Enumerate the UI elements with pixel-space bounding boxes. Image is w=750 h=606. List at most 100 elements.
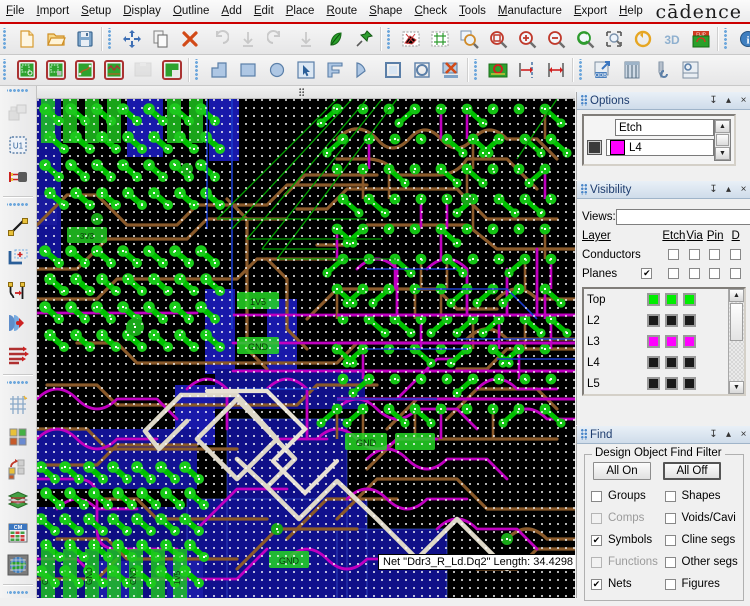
menu-item-export[interactable]: Export <box>568 3 613 19</box>
zoom-window-icon[interactable] <box>483 25 512 53</box>
find-filter-symbols[interactable]: Symbols <box>591 534 665 546</box>
find-filter-checkbox[interactable] <box>664 556 676 568</box>
pcb-design-canvas[interactable]: 1V5 GND GND GND 3V3 <box>37 99 575 598</box>
visibility-master-checkbox[interactable] <box>641 268 653 279</box>
draw-square-icon[interactable] <box>378 56 407 84</box>
menu-item-help[interactable]: Help <box>613 3 649 19</box>
find-filter-checkbox[interactable] <box>664 490 676 502</box>
toolbar-grip[interactable] <box>3 28 10 50</box>
options-panel-titlebar[interactable]: Options ↧ ▴ × <box>577 92 750 110</box>
class-field[interactable]: Etch <box>615 119 714 136</box>
find-filter-checkbox[interactable] <box>591 534 602 546</box>
zoom-previous-icon[interactable] <box>570 25 599 53</box>
find-filter-figures[interactable]: Figures <box>664 578 739 590</box>
layer-via-swatch[interactable] <box>665 356 678 369</box>
find-filter-checkbox[interactable] <box>664 534 676 546</box>
visibility-panel-grip[interactable] <box>581 184 587 195</box>
layer-row-l2[interactable]: L2 <box>584 310 729 331</box>
draw-polygon-icon[interactable] <box>204 56 233 84</box>
find-filter-voids-cavi[interactable]: Voids/Cavi <box>664 512 739 524</box>
zoom-out-icon[interactable] <box>541 25 570 53</box>
grid-toggle-icon[interactable] <box>2 389 34 421</box>
shape-blank-icon[interactable] <box>128 56 157 84</box>
measure-icon[interactable] <box>541 56 570 84</box>
all-on-button[interactable]: All On <box>593 462 651 480</box>
find-filter-checkbox[interactable] <box>664 578 676 590</box>
shape-edit-icon[interactable] <box>70 56 99 84</box>
zoom-fit-icon[interactable] <box>454 25 483 53</box>
down-arrow-icon[interactable] <box>233 25 262 53</box>
stackup-icon[interactable] <box>617 56 646 84</box>
down-arrow-2-icon[interactable] <box>291 25 320 53</box>
layer-scroll-down-button[interactable]: ▼ <box>729 381 744 394</box>
layer-pin-swatch[interactable] <box>683 314 696 327</box>
canvas-top-handle[interactable] <box>37 86 575 99</box>
visibility-collapse-icon[interactable]: ▴ <box>721 182 736 197</box>
draw-path-icon[interactable] <box>320 56 349 84</box>
layer-pin-swatch[interactable] <box>683 335 696 348</box>
shape-fill-icon[interactable] <box>157 56 186 84</box>
odb-export-icon[interactable]: ODB <box>588 56 617 84</box>
color-palette-icon[interactable] <box>2 421 34 453</box>
left-toolbar-grip[interactable] <box>7 381 29 388</box>
layer-etch-swatch[interactable] <box>647 293 660 306</box>
find-filter-checkbox[interactable] <box>591 490 602 502</box>
menu-item-tools[interactable]: Tools <box>453 3 492 19</box>
select-cursor-icon[interactable] <box>291 56 320 84</box>
menu-item-edit[interactable]: Edit <box>248 3 280 19</box>
visibility-etch-checkbox[interactable] <box>667 249 679 260</box>
menu-item-check[interactable]: Check <box>408 3 453 19</box>
layer-via-swatch[interactable] <box>665 377 678 390</box>
new-file-icon[interactable] <box>12 25 41 53</box>
visibility-drc-checkbox[interactable] <box>730 249 742 260</box>
options-scrollbar[interactable]: ▲ ▼ <box>714 119 731 161</box>
options-scroll-thumb[interactable] <box>716 134 729 146</box>
draw-rectangle-icon[interactable] <box>233 56 262 84</box>
find-close-icon[interactable]: × <box>736 427 750 442</box>
menu-item-outline[interactable]: Outline <box>167 3 215 19</box>
layer-row-l3[interactable]: L3 <box>584 331 729 352</box>
layer-etch-swatch[interactable] <box>647 356 660 369</box>
menu-item-route[interactable]: Route <box>320 3 363 19</box>
options-color-button[interactable] <box>587 140 602 155</box>
layer-pin-swatch[interactable] <box>683 356 696 369</box>
save-icon[interactable] <box>70 25 99 53</box>
find-filter-groups[interactable]: Groups <box>591 490 665 502</box>
draw-oval-icon[interactable] <box>407 56 436 84</box>
subclass-color-icon[interactable] <box>2 453 34 485</box>
redo-icon[interactable] <box>262 25 291 53</box>
layer-via-swatch[interactable] <box>665 293 678 306</box>
layer-scroll-up-button[interactable]: ▲ <box>729 289 744 302</box>
menu-item-shape[interactable]: Shape <box>363 3 408 19</box>
options-collapse-icon[interactable]: ▴ <box>721 93 736 108</box>
find-panel-grip[interactable] <box>581 429 587 440</box>
find-collapse-icon[interactable]: ▴ <box>721 427 736 442</box>
shape-void-icon[interactable] <box>99 56 128 84</box>
menu-item-manufacture[interactable]: Manufacture <box>492 3 568 19</box>
copy-icon[interactable] <box>146 25 175 53</box>
find-filter-cline-segs[interactable]: Cline segs <box>664 534 739 546</box>
menu-item-import[interactable]: Import <box>31 3 76 19</box>
toolbar-grip[interactable] <box>579 59 586 81</box>
shape-select-icon[interactable] <box>41 56 70 84</box>
find-filter-shapes[interactable]: Shapes <box>664 490 739 502</box>
toolbar-grip[interactable] <box>3 59 10 81</box>
drill-tool-icon[interactable] <box>646 56 675 84</box>
add-connect-icon[interactable] <box>2 211 34 243</box>
visibility-via-checkbox[interactable] <box>688 268 700 279</box>
visibility-panel-titlebar[interactable]: Visibility ↧ ▴ × <box>577 181 750 199</box>
left-toolbar-grip[interactable] <box>7 591 29 598</box>
options-scroll-up-button[interactable]: ▲ <box>715 120 730 133</box>
menu-item-display[interactable]: Display <box>117 3 167 19</box>
visibility-pin-checkbox[interactable] <box>709 268 721 279</box>
find-filter-other-segs[interactable]: Other segs <box>664 556 739 568</box>
artwork-icon[interactable] <box>675 56 704 84</box>
shape-add-icon[interactable] <box>12 56 41 84</box>
layer-stack-icon[interactable] <box>2 485 34 517</box>
bus-route-icon[interactable] <box>2 339 34 371</box>
zoom-in-icon[interactable] <box>512 25 541 53</box>
leaf-icon[interactable] <box>320 25 349 53</box>
visibility-close-icon[interactable]: × <box>736 182 750 197</box>
options-pin-icon[interactable]: ↧ <box>706 93 721 108</box>
layer-pin-swatch[interactable] <box>683 293 696 306</box>
